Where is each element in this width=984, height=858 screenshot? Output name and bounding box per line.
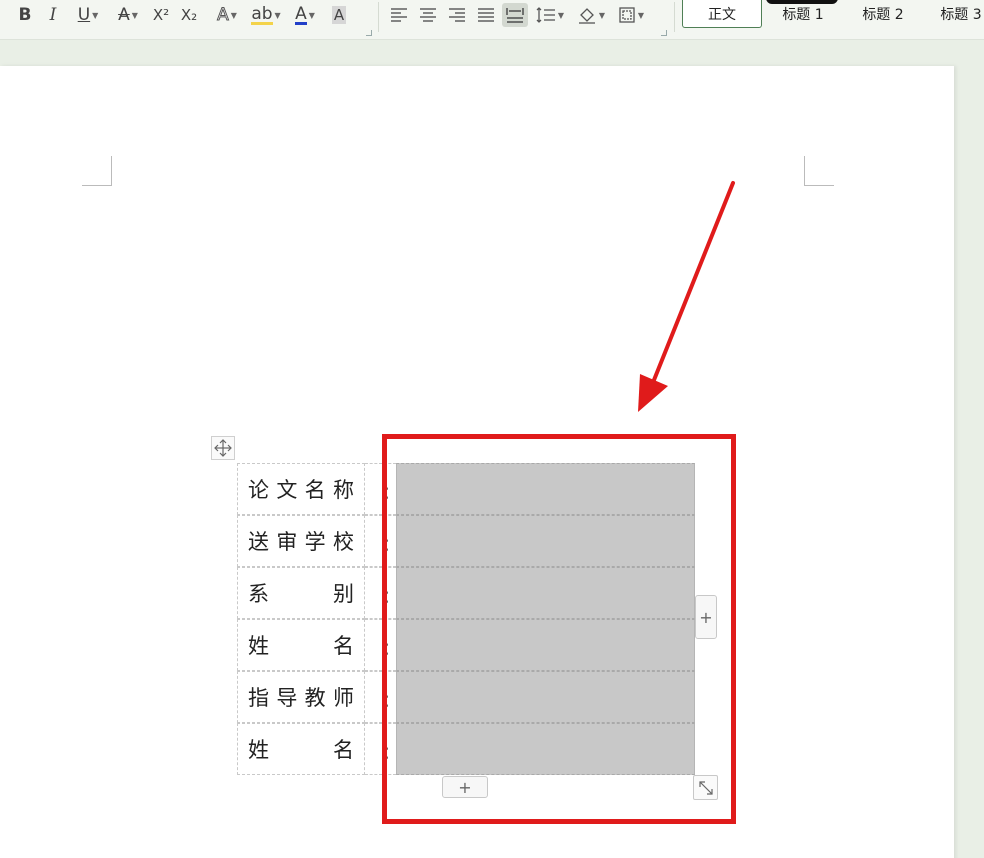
label-char: 姓 — [248, 634, 269, 658]
font-color-icon: A — [295, 3, 307, 25]
italic-icon: I — [49, 5, 57, 25]
superscript-icon: X² — [152, 6, 170, 24]
align-left-button[interactable] — [388, 3, 410, 27]
label-char: 师 — [332, 686, 354, 710]
text-effect-button[interactable]: A ▼ — [210, 3, 244, 27]
style-heading-2[interactable]: 标题 2 — [846, 0, 920, 28]
style-heading-1-label: 标题 1 — [782, 7, 824, 23]
label-char: 学 — [304, 530, 326, 554]
text-effect-icon: A — [217, 5, 230, 26]
label-cell[interactable]: 姓名 — [237, 723, 365, 775]
label-char: 名 — [333, 738, 354, 762]
italic-button[interactable]: I — [42, 3, 64, 27]
style-heading-2-label: 标题 2 — [862, 7, 904, 23]
style-heading-3-label: 标题 3 — [940, 7, 982, 23]
border-icon — [619, 7, 635, 23]
subscript-icon: X₂ — [180, 6, 198, 24]
label-char: 别 — [333, 582, 354, 606]
strikethrough-button[interactable]: A ▼ — [110, 3, 146, 27]
char-shading-button[interactable]: A — [328, 3, 350, 27]
justify-icon — [478, 8, 494, 22]
chevron-down-icon: ▼ — [557, 10, 565, 20]
label-char: 指 — [248, 686, 269, 710]
highlight-button[interactable]: ab ▼ — [248, 3, 284, 27]
paragraph-group-launcher[interactable] — [661, 30, 667, 36]
strikethrough-icon: A — [118, 5, 130, 25]
label-cell[interactable]: 系别 — [237, 567, 365, 619]
label-char: 导 — [276, 686, 298, 710]
underline-button[interactable]: U ▼ — [70, 3, 106, 27]
highlight-icon: ab — [251, 3, 273, 25]
font-group-launcher[interactable] — [366, 30, 372, 36]
align-center-button[interactable] — [417, 3, 439, 27]
align-left-icon — [391, 8, 407, 22]
chevron-down-icon: ▼ — [230, 10, 237, 20]
label-char: 校 — [332, 530, 354, 554]
label-cell[interactable]: 姓名 — [237, 619, 365, 671]
label-cell[interactable]: 论文名称 — [237, 463, 365, 515]
align-center-icon — [420, 8, 436, 22]
label-cell[interactable]: 送审学校 — [237, 515, 365, 567]
style-heading-3[interactable]: 标题 3 — [926, 0, 984, 28]
char-shading-icon: A — [331, 6, 347, 24]
chevron-down-icon: ▼ — [598, 10, 606, 20]
label-char: 名 — [333, 634, 354, 658]
label-char: 姓 — [248, 738, 269, 762]
border-button[interactable]: ▼ — [614, 3, 648, 27]
label-char: 审 — [276, 530, 298, 554]
style-normal[interactable]: 正文 — [682, 0, 762, 28]
shading-icon — [578, 8, 595, 24]
superscript-button[interactable]: X² — [150, 3, 172, 27]
label-char: 论 — [248, 478, 269, 502]
align-right-button[interactable] — [446, 3, 468, 27]
label-char: 文 — [276, 478, 298, 502]
chevron-down-icon: ▼ — [637, 10, 645, 20]
line-spacing-button[interactable]: ▼ — [533, 3, 567, 27]
bold-icon: B — [18, 5, 32, 25]
style-preview-fragment — [766, 0, 838, 4]
subscript-button[interactable]: X₂ — [178, 3, 200, 27]
label-char: 名 — [304, 478, 326, 502]
annotation-highlight-box — [382, 434, 736, 824]
bold-button[interactable]: B — [14, 3, 36, 27]
justify-button[interactable] — [475, 3, 497, 27]
underline-icon: U — [77, 5, 91, 25]
label-char: 教 — [304, 686, 326, 710]
chevron-down-icon: ▼ — [308, 10, 315, 20]
formatting-toolbar: B I U ▼ A ▼ X² X₂ A ▼ ab ▼ A ▼ A ▼ ▼ ▼ 正文 标题 … — [0, 0, 984, 40]
shading-button[interactable]: ▼ — [573, 3, 609, 27]
margin-corner-mark — [82, 156, 112, 186]
table-move-handle[interactable] — [211, 436, 235, 460]
distributed-icon — [506, 8, 524, 23]
style-normal-label: 正文 — [708, 6, 736, 23]
label-cell[interactable]: 指导教师 — [237, 671, 365, 723]
label-char: 系 — [248, 582, 269, 606]
chevron-down-icon: ▼ — [131, 10, 138, 20]
label-char: 送 — [248, 530, 269, 554]
toolbar-divider — [378, 2, 379, 32]
style-heading-1[interactable]: 标题 1 — [766, 0, 840, 28]
table-move-icon — [214, 439, 232, 457]
line-spacing-icon — [536, 7, 555, 23]
chevron-down-icon: ▼ — [92, 10, 99, 20]
distributed-button[interactable] — [502, 3, 528, 27]
toolbar-divider — [674, 2, 675, 32]
margin-corner-mark — [804, 156, 834, 186]
align-right-icon — [449, 8, 465, 22]
chevron-down-icon: ▼ — [274, 10, 281, 20]
font-color-button[interactable]: A ▼ — [288, 3, 322, 27]
label-char: 称 — [332, 478, 354, 502]
